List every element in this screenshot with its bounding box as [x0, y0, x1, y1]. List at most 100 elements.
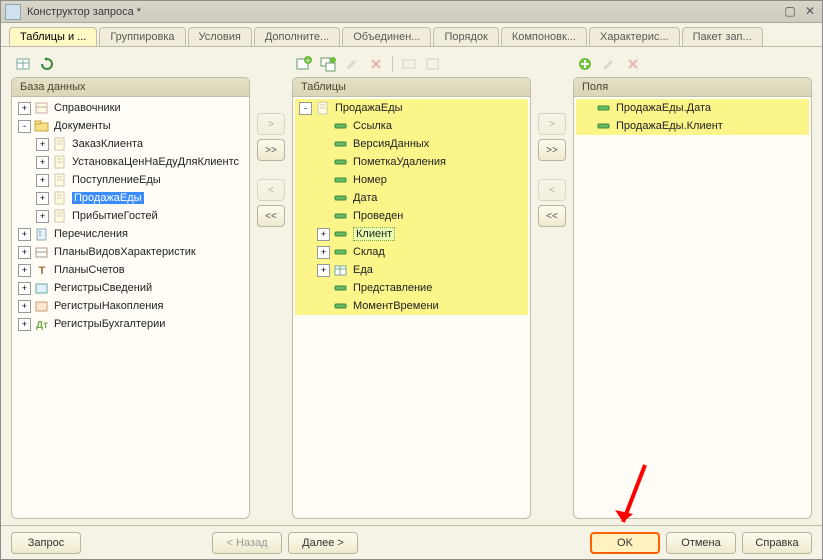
expand-toggle-icon[interactable]: + — [18, 264, 31, 277]
expand-toggle-icon — [580, 120, 593, 133]
fields-row[interactable]: ПродажаЕды.Клиент — [576, 117, 809, 135]
field-icon — [596, 101, 612, 115]
maximize-button[interactable]: ▢ — [782, 5, 798, 19]
tables-toolbar: + — [292, 53, 531, 75]
expand-toggle-icon[interactable]: + — [18, 300, 31, 313]
fields-tree[interactable]: ПродажаЕды.ДатаПродажаЕды.Клиент — [574, 97, 811, 518]
tab-7[interactable]: Характерис... — [589, 27, 680, 46]
tables-row[interactable]: ПометкаУдаления — [295, 153, 528, 171]
tables-row[interactable]: +Еда — [295, 261, 528, 279]
tab-4[interactable]: Объединен... — [342, 27, 431, 46]
tree-item-label: ВерсияДанных — [353, 138, 429, 150]
tables-tree[interactable]: -ПродажаЕды Ссылка ВерсияДанных ПометкаУдал… — [293, 97, 530, 518]
move-all-left-button[interactable]: << — [257, 205, 285, 227]
expand-toggle-icon[interactable]: + — [36, 210, 49, 223]
tab-0[interactable]: Таблицы и ... — [9, 27, 97, 46]
tables-row[interactable]: Номер — [295, 171, 528, 189]
db-row[interactable]: -Документы — [14, 117, 247, 135]
expand-toggle-icon[interactable]: + — [36, 156, 49, 169]
tree-item-label: Ссылка — [353, 120, 392, 132]
expand-toggle-icon[interactable]: + — [36, 174, 49, 187]
tab-8[interactable]: Пакет зап... — [682, 27, 763, 46]
add-field-button[interactable] — [575, 54, 595, 74]
db-row[interactable]: +ПоступлениеЕды — [14, 171, 247, 189]
fields-row[interactable]: ПродажаЕды.Дата — [576, 99, 809, 117]
expand-toggle-icon[interactable]: - — [18, 120, 31, 133]
fields-toolbar — [573, 53, 812, 75]
svg-text:Дт: Дт — [36, 320, 48, 331]
expand-toggle-icon[interactable]: + — [18, 246, 31, 259]
db-row[interactable]: + РегистрыНакопления — [14, 297, 247, 315]
expand-toggle-icon — [317, 156, 330, 169]
field-icon — [333, 299, 349, 313]
doc-icon — [52, 191, 68, 205]
tables-row[interactable]: -ПродажаЕды — [295, 99, 528, 117]
db-row[interactable]: +ЗаказКлиента — [14, 135, 247, 153]
db-tree[interactable]: +Справочники-Документы+ЗаказКлиента+Уста… — [12, 97, 249, 518]
db-row[interactable]: +TПланыСчетов — [14, 261, 247, 279]
db-row[interactable]: + Справочники — [14, 99, 247, 117]
field-move-all-right-button[interactable]: >> — [538, 139, 566, 161]
expand-toggle-icon[interactable]: + — [18, 282, 31, 295]
db-row[interactable]: +ДтРегистрыБухгалтерии — [14, 315, 247, 333]
tree-item-label: Дата — [353, 192, 377, 204]
expand-toggle-icon[interactable]: + — [317, 228, 330, 241]
tab-2[interactable]: Условия — [188, 27, 252, 46]
tree-item-label: МоментВремени — [353, 300, 439, 312]
rename-table-button — [399, 54, 419, 74]
expand-toggle-icon[interactable]: + — [18, 318, 31, 331]
field-move-all-left-button[interactable]: << — [538, 205, 566, 227]
next-button[interactable]: Далее > — [288, 532, 358, 554]
expand-toggle-icon[interactable]: + — [36, 138, 49, 151]
field-icon — [333, 191, 349, 205]
tables-row[interactable]: МоментВремени — [295, 297, 528, 315]
tree-item-label: Проведен — [353, 210, 403, 222]
tab-3[interactable]: Дополните... — [254, 27, 340, 46]
show-tables-button[interactable] — [13, 54, 33, 74]
tab-6[interactable]: Компоновк... — [501, 27, 587, 46]
query-button[interactable]: Запрос — [11, 532, 81, 554]
help-button[interactable]: Справка — [742, 532, 812, 554]
tree-item-label: Справочники — [54, 102, 121, 114]
field-move-left-button[interactable]: < — [538, 179, 566, 201]
ok-button[interactable]: OK — [590, 532, 660, 554]
cancel-button[interactable]: Отмена — [666, 532, 736, 554]
field-icon — [333, 137, 349, 151]
expand-toggle-icon[interactable]: + — [18, 102, 31, 115]
regbook-icon: Дт — [34, 317, 50, 331]
tree-item-label: УстановкаЦенНаЕдуДляКлиентс — [72, 156, 239, 168]
expand-toggle-icon[interactable]: + — [18, 228, 31, 241]
db-row[interactable]: +ПланыВидовХарактеристик — [14, 243, 247, 261]
field-move-right-button[interactable]: > — [538, 113, 566, 135]
db-row[interactable]: +ПродажаЕды — [14, 189, 247, 207]
back-button[interactable]: < Назад — [212, 532, 282, 554]
db-row[interactable]: +РегистрыСведений — [14, 279, 247, 297]
table-params-button — [423, 54, 443, 74]
db-row[interactable]: +ПрибытиеГостей — [14, 207, 247, 225]
tables-row[interactable]: Ссылка — [295, 117, 528, 135]
svg-text:+: + — [306, 56, 311, 65]
add-table-button[interactable]: + — [294, 54, 314, 74]
close-button[interactable]: ✕ — [802, 5, 818, 19]
expand-toggle-icon[interactable]: + — [317, 246, 330, 259]
field-icon — [596, 119, 612, 133]
expand-toggle-icon[interactable]: + — [36, 192, 49, 205]
db-row[interactable]: +Перечисления — [14, 225, 247, 243]
move-all-right-button[interactable]: >> — [257, 139, 285, 161]
refresh-button[interactable] — [37, 54, 57, 74]
tables-row[interactable]: Представление — [295, 279, 528, 297]
move-left-button[interactable]: < — [257, 179, 285, 201]
move-right-button[interactable]: > — [257, 113, 285, 135]
tables-row[interactable]: +Склад — [295, 243, 528, 261]
tables-row[interactable]: Проведен — [295, 207, 528, 225]
tables-row[interactable]: ВерсияДанных — [295, 135, 528, 153]
tab-5[interactable]: Порядок — [433, 27, 498, 46]
tables-row[interactable]: +Клиент — [295, 225, 528, 243]
expand-toggle-icon[interactable]: + — [317, 264, 330, 277]
expand-toggle-icon[interactable]: - — [299, 102, 312, 115]
add-nested-table-button[interactable] — [318, 54, 338, 74]
tab-1[interactable]: Группировка — [99, 27, 185, 46]
tables-row[interactable]: Дата — [295, 189, 528, 207]
db-row[interactable]: + УстановкаЦенНаЕдуДляКлиентс — [14, 153, 247, 171]
tree-item-label: РегистрыНакопления — [54, 300, 163, 312]
